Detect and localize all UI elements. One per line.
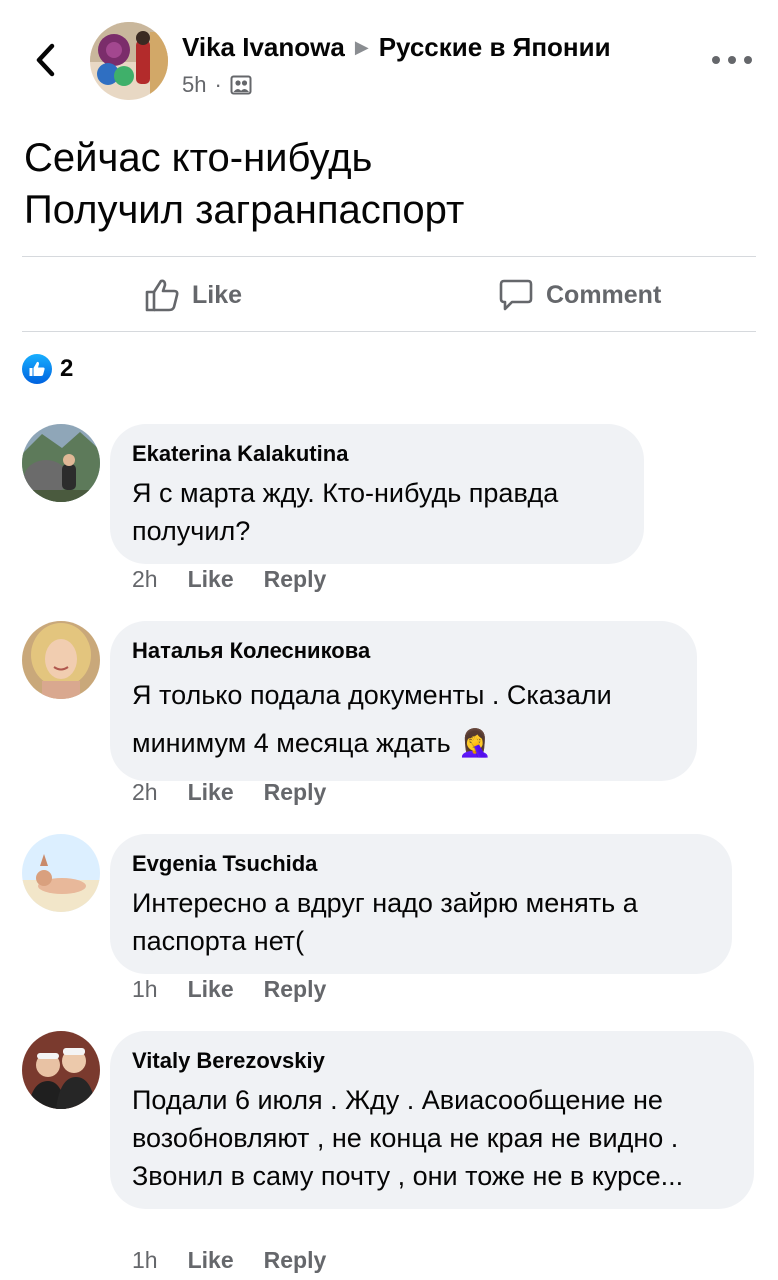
commenter-name[interactable]: Ekaterina Kalakutina: [132, 440, 620, 468]
post-text-line-2: Получил загранпаспорт: [24, 188, 465, 232]
post-meta: 5h ·: [182, 72, 252, 98]
author-line: Vika Ivanowa ▶ Русские в Японии: [182, 32, 611, 63]
back-button[interactable]: [28, 40, 62, 80]
commenter-name[interactable]: Evgenia Tsuchida: [132, 850, 708, 878]
post-text-line-1: Сейчас кто-нибудь: [24, 136, 373, 180]
post-text: Сейчас кто-нибудь Получил загранпаспорт: [24, 132, 754, 236]
comment-bubble-icon: [499, 279, 533, 311]
more-options-button[interactable]: [712, 48, 752, 72]
comment-text: Я с марта жду. Кто-нибудь правда получил…: [132, 478, 559, 546]
commenter-avatar[interactable]: [22, 621, 100, 699]
separator-dot: ·: [214, 72, 222, 97]
more-dot-icon: [712, 56, 720, 64]
comment-reply-button[interactable]: Reply: [264, 1247, 327, 1274]
comment-time[interactable]: 2h: [132, 779, 158, 806]
comment-bubble[interactable]: Vitaly Berezovskiy Подали 6 июля . Жду .…: [110, 1031, 754, 1209]
author-name[interactable]: Vika Ivanowa: [182, 32, 345, 63]
more-dot-icon: [744, 56, 752, 64]
comment-bubble[interactable]: Ekaterina Kalakutina Я с марта жду. Кто-…: [110, 424, 644, 564]
comment-text: Подали 6 июля . Жду . Авиасообщение не в…: [132, 1085, 684, 1191]
more-dot-icon: [728, 56, 736, 64]
group-privacy-icon: [230, 75, 252, 95]
comment-meta: 1h Like Reply: [132, 976, 326, 1003]
commenter-avatar[interactable]: [22, 1031, 100, 1109]
comment-reply-button[interactable]: Reply: [264, 976, 327, 1003]
comment-text: Я только подала документы . Сказали мини…: [132, 680, 612, 758]
chevron-left-icon: [36, 43, 55, 77]
commenter-avatar[interactable]: [22, 424, 100, 502]
comment-bubble[interactable]: Наталья Колесникова Я только подала доку…: [110, 621, 697, 781]
thumbs-up-icon: [145, 279, 179, 312]
post-time[interactable]: 5h: [182, 72, 206, 98]
post-actions-bar: Like Comment: [22, 256, 756, 332]
like-button[interactable]: Like: [144, 257, 242, 333]
commenter-avatar[interactable]: [22, 834, 100, 912]
reaction-count: 2: [60, 355, 74, 382]
comment-text: Интересно а вдруг надо зайрю менять а па…: [132, 888, 638, 956]
comment-meta: 2h Like Reply: [132, 779, 326, 806]
comment-time[interactable]: 1h: [132, 1247, 158, 1274]
comment-like-button[interactable]: Like: [188, 566, 234, 593]
post-header: Vika Ivanowa ▶ Русские в Японии 5h ·: [0, 0, 778, 120]
commenter-name[interactable]: Vitaly Berezovskiy: [132, 1047, 730, 1075]
author-avatar[interactable]: [90, 22, 168, 100]
arrow-right-icon: ▶: [354, 37, 369, 57]
comment-time[interactable]: 1h: [132, 976, 158, 1003]
group-name[interactable]: Русские в Японии: [379, 32, 611, 63]
comment-time[interactable]: 2h: [132, 566, 158, 593]
like-reaction-icon: [22, 354, 52, 384]
comment-reply-button[interactable]: Reply: [264, 779, 327, 806]
like-label: Like: [192, 280, 243, 309]
comment-button[interactable]: Comment: [498, 257, 661, 333]
comment-meta: 1h Like Reply: [132, 1247, 326, 1274]
comment-like-button[interactable]: Like: [188, 976, 234, 1003]
reactions-summary[interactable]: 2: [22, 354, 73, 384]
comment-label: Comment: [546, 280, 662, 309]
comment-bubble[interactable]: Evgenia Tsuchida Интересно а вдруг надо …: [110, 834, 732, 974]
comment-reply-button[interactable]: Reply: [264, 566, 327, 593]
comment-like-button[interactable]: Like: [188, 1247, 234, 1274]
comment-meta: 2h Like Reply: [132, 566, 326, 593]
comment-like-button[interactable]: Like: [188, 779, 234, 806]
commenter-name[interactable]: Наталья Колесникова: [132, 637, 673, 665]
